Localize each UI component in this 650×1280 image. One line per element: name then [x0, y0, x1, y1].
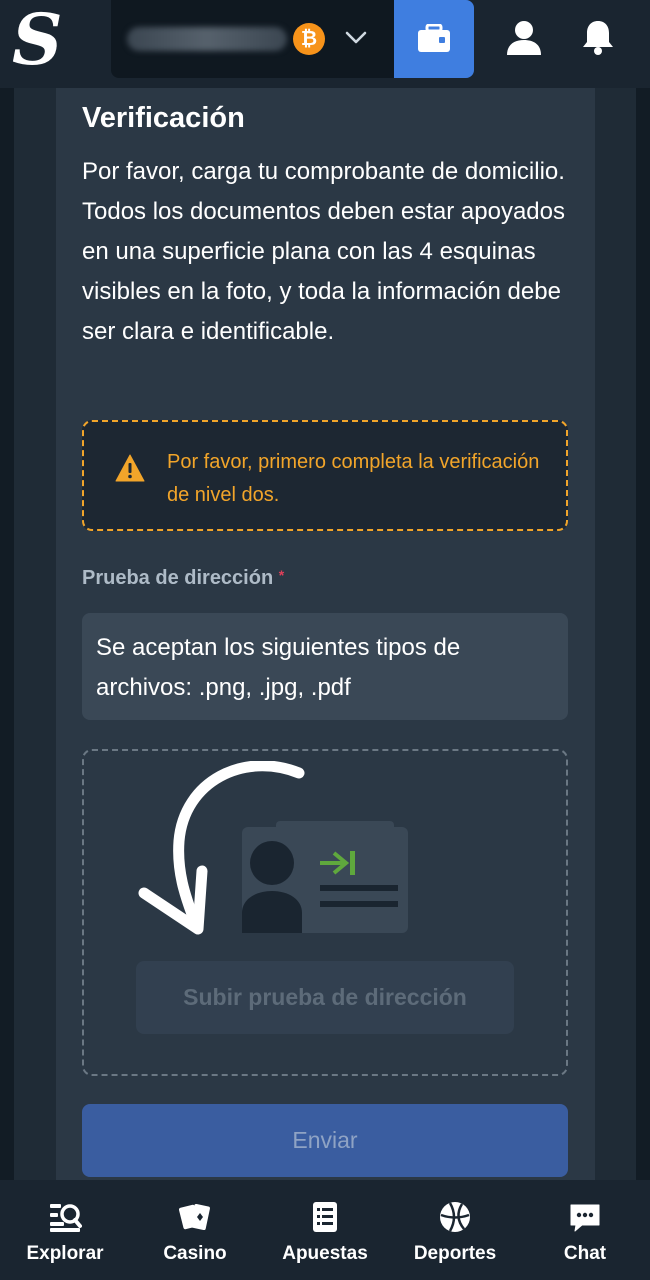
page-title: Verificación [82, 102, 245, 134]
nav-item-explore[interactable]: Explorar [0, 1180, 130, 1280]
bell-icon[interactable] [580, 18, 616, 56]
bets-list-icon [313, 1202, 337, 1232]
right-edge [636, 88, 650, 1180]
id-card-icon [242, 821, 408, 933]
warning-text: Por favor, primero completa la verificac… [167, 451, 540, 506]
logo[interactable]: S [12, 4, 68, 76]
submit-button[interactable]: Enviar [82, 1104, 568, 1177]
required-mark: * [278, 567, 285, 583]
left-gutter [14, 88, 56, 1180]
accepted-types-text: Se aceptan los siguientes tipos de archi… [96, 634, 461, 701]
nav-item-bets[interactable]: Apuestas [260, 1180, 390, 1280]
verification-description: Por favor, carga tu comprobante de domic… [82, 158, 565, 345]
nav-item-chat[interactable]: Chat [520, 1180, 650, 1280]
bitcoin-icon: ₿ [293, 23, 325, 55]
accepted-types-box: Se aceptan los siguientes tipos de archi… [82, 613, 568, 720]
basketball-icon [440, 1202, 470, 1232]
user-icon[interactable] [505, 20, 543, 56]
file-drop-zone[interactable]: Subir prueba de dirección [82, 749, 568, 1076]
verification-card: Verificación Por favor, carga tu comprob… [56, 88, 595, 1180]
left-edge [0, 88, 14, 1180]
nav-item-casino[interactable]: Casino [130, 1180, 260, 1280]
right-gutter [595, 88, 636, 1180]
top-bar: S ₿ [0, 0, 650, 88]
nav-label-casino: Casino [163, 1243, 227, 1264]
address-proof-label: Prueba de dirección * [82, 567, 284, 590]
wallet-icon [418, 24, 450, 52]
balance-selector[interactable]: ₿ [111, 0, 394, 78]
nav-label-sports: Deportes [413, 1243, 497, 1264]
explore-icon [50, 1204, 82, 1232]
chevron-down-icon[interactable] [343, 24, 369, 50]
nav-label-bets: Apuestas [282, 1243, 368, 1264]
casino-cards-icon [179, 1203, 210, 1231]
balance-amount-hidden [127, 27, 287, 51]
warning-icon [115, 454, 145, 482]
chat-icon [570, 1204, 600, 1232]
nav-item-sports[interactable]: Deportes [390, 1180, 520, 1280]
warning-banner: Por favor, primero completa la verificac… [82, 420, 568, 531]
upload-address-proof-button[interactable]: Subir prueba de dirección [136, 961, 514, 1034]
nav-label-chat: Chat [563, 1243, 607, 1264]
nav-label-explore: Explorar [26, 1243, 104, 1264]
address-proof-label-text: Prueba de dirección [82, 567, 274, 589]
bottom-nav: Explorar Casino Apuestas Deportes Chat [0, 1180, 650, 1280]
wallet-button[interactable] [394, 0, 474, 78]
